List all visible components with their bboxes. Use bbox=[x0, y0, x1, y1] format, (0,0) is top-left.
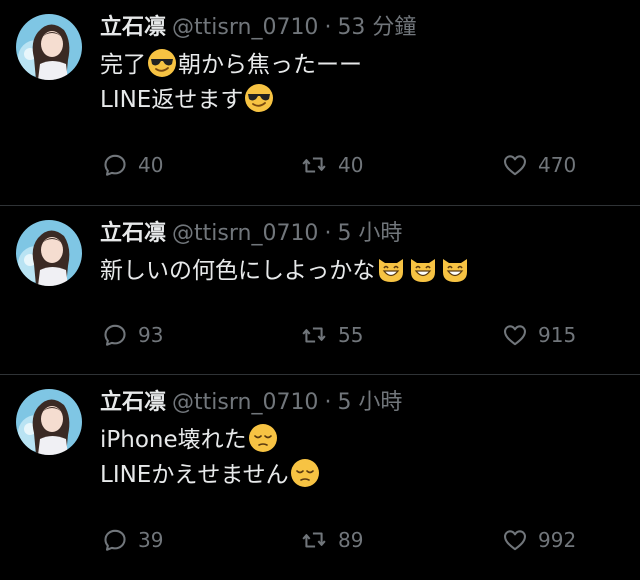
tweet-2[interactable]: 立石凛 @ttisrn_0710 · 5 小時 新しいの何色にしよっかな 93 55 … bbox=[0, 206, 640, 374]
handle[interactable]: @ttisrn_0710 bbox=[172, 221, 318, 246]
tweet-header: 立石凛 @ttisrn_0710 · 5 小時 bbox=[100, 389, 402, 417]
text-segment: iPhone壊れた bbox=[100, 427, 247, 453]
reply-count: 93 bbox=[138, 323, 164, 347]
tweet-1[interactable]: 立石凛 @ttisrn_0710 · 53 分鐘 完了 朝から焦ったーー LINE返せま… bbox=[0, 0, 640, 205]
timestamp[interactable]: 53 分鐘 bbox=[337, 15, 416, 40]
separator: · bbox=[324, 390, 332, 415]
sunglasses-emoji-icon bbox=[244, 83, 274, 113]
like-count: 992 bbox=[538, 528, 577, 552]
retweet-button[interactable]: 55 bbox=[300, 320, 363, 350]
text-segment: 完了 bbox=[100, 52, 146, 78]
retweet-count: 89 bbox=[338, 528, 364, 552]
pensive-emoji-icon bbox=[248, 423, 278, 453]
timestamp[interactable]: 5 小時 bbox=[337, 221, 402, 246]
grinning-cat-emoji-icon bbox=[408, 254, 438, 284]
grinning-cat-emoji-icon bbox=[440, 254, 470, 284]
display-name[interactable]: 立石凛 bbox=[100, 221, 166, 246]
like-button[interactable]: 915 bbox=[502, 320, 576, 350]
reply-button[interactable]: 39 bbox=[102, 525, 163, 555]
retweet-button[interactable]: 40 bbox=[300, 150, 363, 180]
tweet-text: iPhone壊れた LINEかえせません bbox=[100, 423, 321, 493]
like-button[interactable]: 992 bbox=[502, 525, 576, 555]
heart-icon bbox=[502, 527, 528, 553]
display-name[interactable]: 立石凛 bbox=[100, 390, 166, 415]
heart-icon bbox=[502, 152, 528, 178]
retweet-icon bbox=[300, 152, 328, 178]
tweet-3[interactable]: 立石凛 @ttisrn_0710 · 5 小時 iPhone壊れた LINEかえせませ… bbox=[0, 375, 640, 580]
reply-icon bbox=[102, 527, 128, 553]
retweet-icon bbox=[300, 527, 328, 553]
retweet-button[interactable]: 89 bbox=[300, 525, 363, 555]
tweet-line-2: LINE返せます bbox=[100, 83, 362, 118]
tweet-line-2: LINEかえせません bbox=[100, 458, 321, 493]
reply-count: 39 bbox=[138, 528, 164, 552]
action-bar: 39 89 992 bbox=[0, 525, 640, 555]
reply-button[interactable]: 40 bbox=[102, 150, 163, 180]
text-segment: LINE返せます bbox=[100, 87, 244, 113]
reply-count: 40 bbox=[138, 153, 164, 177]
handle[interactable]: @ttisrn_0710 bbox=[172, 15, 318, 40]
avatar[interactable] bbox=[16, 220, 82, 286]
text-segment: LINEかえせません bbox=[100, 462, 289, 488]
pensive-emoji-icon bbox=[290, 458, 320, 488]
tweet-header: 立石凛 @ttisrn_0710 · 53 分鐘 bbox=[100, 14, 416, 42]
retweet-icon bbox=[300, 322, 328, 348]
action-bar: 40 40 470 bbox=[0, 150, 640, 180]
timestamp[interactable]: 5 小時 bbox=[337, 390, 402, 415]
like-button[interactable]: 470 bbox=[502, 150, 576, 180]
separator: · bbox=[324, 221, 332, 246]
grinning-cat-emoji-icon bbox=[376, 254, 406, 284]
avatar[interactable] bbox=[16, 14, 82, 80]
tweet-line-1: iPhone壊れた bbox=[100, 423, 321, 458]
tweet-text: 完了 朝から焦ったーー LINE返せます bbox=[100, 48, 362, 118]
avatar[interactable] bbox=[16, 389, 82, 455]
reply-icon bbox=[102, 322, 128, 348]
retweet-count: 55 bbox=[338, 323, 364, 347]
like-count: 470 bbox=[538, 153, 577, 177]
tweet-line-1: 完了 朝から焦ったーー bbox=[100, 48, 362, 83]
reply-icon bbox=[102, 152, 128, 178]
display-name[interactable]: 立石凛 bbox=[100, 15, 166, 40]
reply-button[interactable]: 93 bbox=[102, 320, 163, 350]
tweet-header: 立石凛 @ttisrn_0710 · 5 小時 bbox=[100, 220, 402, 248]
tweet-line-1: 新しいの何色にしよっかな bbox=[100, 254, 471, 289]
handle[interactable]: @ttisrn_0710 bbox=[172, 390, 318, 415]
tweet-text: 新しいの何色にしよっかな bbox=[100, 254, 471, 289]
heart-icon bbox=[502, 322, 528, 348]
separator: · bbox=[324, 15, 332, 40]
sunglasses-emoji-icon bbox=[147, 48, 177, 78]
text-segment: 新しいの何色にしよっかな bbox=[100, 258, 376, 284]
text-segment: 朝から焦ったーー bbox=[178, 52, 362, 78]
retweet-count: 40 bbox=[338, 153, 364, 177]
like-count: 915 bbox=[538, 323, 577, 347]
action-bar: 93 55 915 bbox=[0, 320, 640, 350]
